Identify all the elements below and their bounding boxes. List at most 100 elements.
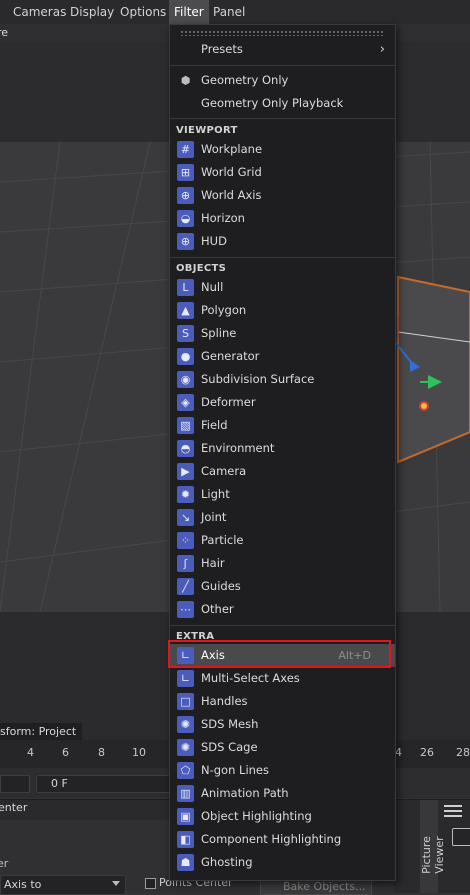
menu-item-label: Component Highlighting [201, 832, 342, 846]
menu-item-label: Deformer [201, 395, 256, 409]
guides-icon: ╱ [177, 578, 194, 595]
menu-item-object-highlighting[interactable]: ▣ Object Highlighting [170, 805, 395, 828]
menu-item-presets[interactable]: Presets › [170, 38, 395, 61]
highlight-annotation-box [168, 640, 391, 668]
menu-item-label: Light [201, 487, 230, 501]
timeline-tick-label: 26 [420, 746, 434, 759]
menu-item-other[interactable]: ⋯ Other [170, 598, 395, 621]
menu-item-horizon[interactable]: ◒ Horizon [170, 207, 395, 230]
menu-item-generator[interactable]: ● Generator [170, 345, 395, 368]
timeline-tick-label: 10 [132, 746, 146, 759]
menu-item-sds-mesh[interactable]: ✺ SDS Mesh [170, 713, 395, 736]
menu-item-environment[interactable]: ◓ Environment [170, 437, 395, 460]
menu-item-label: Joint [201, 510, 227, 524]
menu-item-null[interactable]: L Null [170, 276, 395, 299]
menu-item-deformer[interactable]: ◈ Deformer [170, 391, 395, 414]
menu-item-hud[interactable]: ⊕ HUD [170, 230, 395, 253]
menu-item-subdivision-surface[interactable]: ◉ Subdivision Surface [170, 368, 395, 391]
animation-path-icon: ▥ [177, 785, 194, 802]
menu-item-label: Multi-Select Axes [201, 671, 300, 685]
menu-item-camera[interactable]: ▶ Camera [170, 460, 395, 483]
timeline-tick-label: 4 [27, 746, 34, 759]
timeline-tick-label: 28 [456, 746, 470, 759]
menu-item-label: Hair [201, 556, 225, 570]
menu-item-n-gon-lines[interactable]: ⬠ N-gon Lines [170, 759, 395, 782]
menu-item-spline[interactable]: S Spline [170, 322, 395, 345]
menu-item-world-axis[interactable]: ⊕ World Axis [170, 184, 395, 207]
filter-dropdown-menu: Presets › ⬢ Geometry Only Geometry Only Play… [169, 24, 396, 881]
menu-item-label: Workplane [201, 142, 263, 156]
menu-item-world-grid[interactable]: ⊞ World Grid [170, 161, 395, 184]
menu-item-component-highlighting[interactable]: ◧ Component Highlighting [170, 828, 395, 851]
menu-item-hair[interactable]: ʃ Hair [170, 552, 395, 575]
workplane-icon: # [177, 141, 194, 158]
menu-item-animation-path[interactable]: ▥ Animation Path [170, 782, 395, 805]
menu-item-label: Presets [201, 42, 243, 56]
picture-viewer-tab-label: Picture Viewer [420, 836, 446, 874]
viewport-title: re [0, 26, 9, 39]
subdivision-surface-icon: ◉ [177, 371, 194, 388]
menu-item-label: Subdivision Surface [201, 372, 315, 386]
attributes-header-title: enter [0, 801, 28, 814]
menu-item-label: World Axis [201, 188, 262, 202]
world-axis-icon: ⊕ [177, 187, 194, 204]
particle-icon: ⁘ [177, 532, 194, 549]
menu-item-label: Environment [201, 441, 275, 455]
menu-item-workplane[interactable]: # Workplane [170, 138, 395, 161]
null-icon: L [177, 279, 194, 296]
menu-item-ghosting[interactable]: ☗ Ghosting [170, 851, 395, 874]
hair-icon: ʃ [177, 555, 194, 572]
menu-item-label: N-gon Lines [201, 763, 269, 777]
ghosting-icon: ☗ [177, 854, 194, 871]
menu-item-label: Other [201, 602, 234, 616]
start-frame-field[interactable] [0, 775, 30, 793]
menu-item-label: Animation Path [201, 786, 289, 800]
cube-icon: ⬢ [180, 74, 191, 87]
menu-separator [170, 257, 395, 258]
folder-icon[interactable] [452, 828, 470, 846]
deformer-icon: ◈ [177, 394, 194, 411]
spline-icon: S [177, 325, 194, 342]
points-center-checkbox[interactable] [145, 878, 156, 889]
menu-cameras[interactable]: Cameras [13, 0, 66, 24]
menu-item-label: Ghosting [201, 855, 253, 869]
menu-filter[interactable]: Filter [169, 0, 209, 24]
environment-icon: ◓ [177, 440, 194, 457]
hamburger-menu-icon[interactable] [444, 805, 462, 819]
menu-item-handles[interactable]: □ Handles [170, 690, 395, 713]
horizon-icon: ◒ [177, 210, 194, 227]
hud-icon: ⊕ [177, 233, 194, 250]
menu-item-sds-cage[interactable]: ✺ SDS Cage [170, 736, 395, 759]
menu-item-multi-select-axes[interactable]: ∟ Multi-Select Axes [170, 667, 395, 690]
menu-item-geometry-only-playback[interactable]: Geometry Only Playback [170, 92, 395, 115]
menu-item-label: Camera [201, 464, 247, 478]
menu-display[interactable]: Display [70, 0, 114, 24]
menu-item-label: Geometry Only Playback [201, 96, 344, 110]
light-icon: ✹ [177, 486, 194, 503]
menu-item-label: Field [201, 418, 228, 432]
menu-item-label: HUD [201, 234, 227, 248]
chevron-right-icon: › [379, 42, 385, 57]
menu-item-label: Null [201, 280, 224, 294]
axis-to-dropdown[interactable]: Axis to [0, 875, 126, 895]
menu-item-particle[interactable]: ⁘ Particle [170, 529, 395, 552]
menu-item-field[interactable]: ▧ Field [170, 414, 395, 437]
sds-cage-icon: ✺ [177, 739, 194, 756]
transform-mode-label: sform: Project [0, 723, 83, 740]
menu-options[interactable]: Options [120, 0, 166, 24]
menu-item-label: Object Highlighting [201, 809, 312, 823]
current-frame-field[interactable]: 0 F [36, 775, 174, 793]
menu-item-label: Handles [201, 694, 248, 708]
menu-item-label: Particle [201, 533, 244, 547]
menu-item-polygon[interactable]: ▲ Polygon [170, 299, 395, 322]
menu-item-label: Polygon [201, 303, 247, 317]
menu-item-joint[interactable]: ↘ Joint [170, 506, 395, 529]
menu-item-guides[interactable]: ╱ Guides [170, 575, 395, 598]
timeline-tick-label: 6 [62, 746, 69, 759]
menu-panel[interactable]: Panel [213, 0, 245, 24]
menu-section-header: OBJECTS [176, 263, 227, 274]
handles-icon: □ [177, 693, 194, 710]
menu-item-geometry-only[interactable]: ⬢ Geometry Only [170, 69, 395, 92]
menu-item-light[interactable]: ✹ Light [170, 483, 395, 506]
tear-off-grip[interactable] [180, 30, 385, 36]
